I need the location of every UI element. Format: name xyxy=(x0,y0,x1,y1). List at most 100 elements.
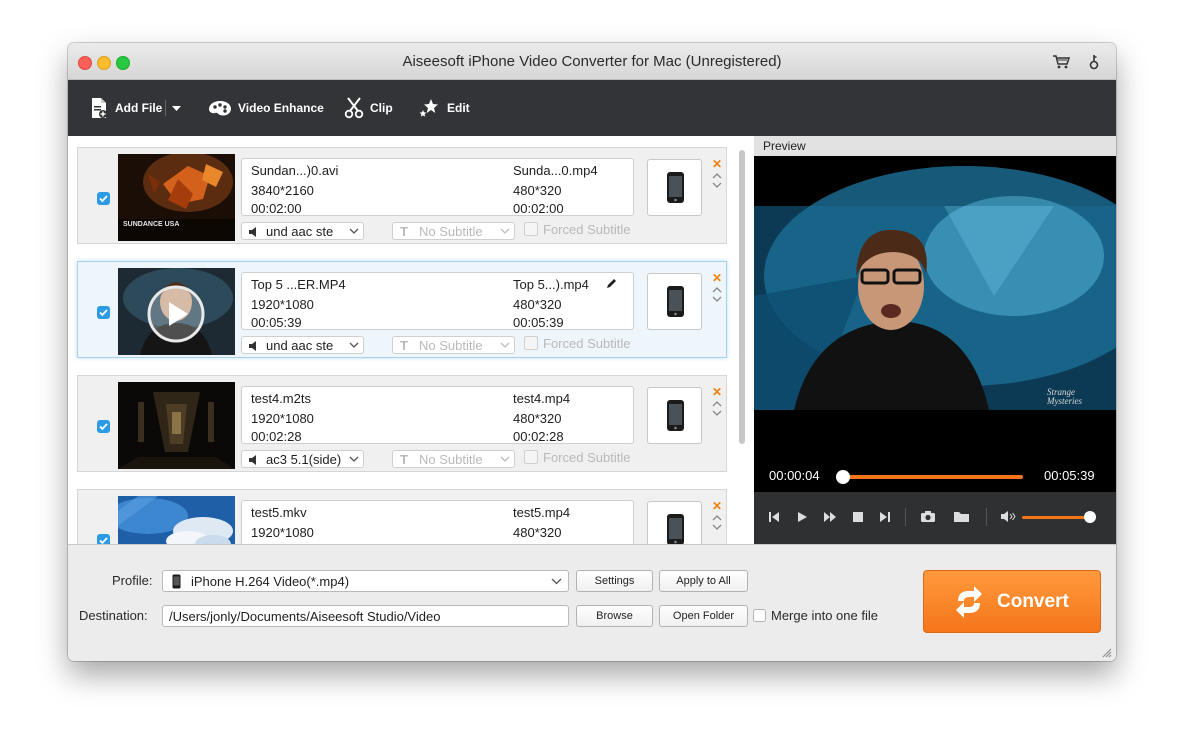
cart-icon[interactable] xyxy=(1052,54,1070,70)
video-thumbnail[interactable] xyxy=(118,496,235,544)
forced-subtitle-checkbox[interactable]: Forced Subtitle xyxy=(524,336,630,351)
forced-subtitle-label: Forced Subtitle xyxy=(543,222,631,237)
audio-track-value: und aac ste xyxy=(266,224,334,239)
audio-track-select[interactable]: ac3 5.1(side) xyxy=(241,450,364,468)
list-item[interactable]: test5.mkv 1920*1080 test5.mp4 480*320 ✕ xyxy=(77,489,727,544)
previous-icon[interactable] xyxy=(768,511,780,523)
video-enhance-button[interactable]: Video Enhance xyxy=(208,80,324,136)
item-checkbox[interactable] xyxy=(97,420,110,433)
video-thumbnail[interactable] xyxy=(118,268,235,355)
device-profile-button[interactable] xyxy=(647,159,702,216)
add-file-icon xyxy=(92,98,107,118)
file-list[interactable]: SUNDANCE USA Sundan...)0.avi 3840*2160 0… xyxy=(68,136,754,544)
preview-video[interactable]: Strange Mysteries 00:00:04 00:05:39 xyxy=(754,156,1116,492)
chevron-down-icon xyxy=(349,228,359,234)
move-down-icon[interactable] xyxy=(712,523,722,531)
main-toolbar: Add File Video Enhance Clip Edit xyxy=(68,80,1116,136)
camera-icon[interactable] xyxy=(920,510,936,523)
source-resolution: 1920*1080 xyxy=(251,297,314,312)
list-scrollbar[interactable] xyxy=(739,150,745,444)
folder-icon[interactable] xyxy=(953,510,970,523)
fast-forward-icon[interactable] xyxy=(823,511,837,523)
convert-button[interactable]: Convert xyxy=(923,570,1101,633)
source-resolution: 1920*1080 xyxy=(251,411,314,426)
add-file-button[interactable]: Add File xyxy=(89,80,162,136)
audio-track-select[interactable]: und aac ste xyxy=(241,222,364,240)
subtitle-icon: T xyxy=(400,224,408,239)
device-profile-button[interactable] xyxy=(647,387,702,444)
volume-handle[interactable] xyxy=(1084,511,1096,523)
edit-label: Edit xyxy=(447,101,470,115)
preview-label: Preview xyxy=(763,139,806,153)
file-info-box: test4.m2ts 1920*1080 00:02:28 test4.mp4 … xyxy=(241,386,634,444)
subtitle-select[interactable]: T No Subtitle xyxy=(392,222,515,240)
move-down-icon[interactable] xyxy=(712,409,722,417)
device-profile-button[interactable] xyxy=(647,273,702,330)
destination-field[interactable]: /Users/jonly/Documents/Aiseesoft Studio/… xyxy=(162,605,569,627)
remove-item-icon[interactable]: ✕ xyxy=(712,158,722,170)
move-up-icon[interactable] xyxy=(712,514,722,522)
item-checkbox[interactable] xyxy=(97,192,110,205)
remove-item-icon[interactable]: ✕ xyxy=(712,386,722,398)
resize-grip-icon[interactable] xyxy=(1102,648,1112,658)
item-checkbox[interactable] xyxy=(97,306,110,319)
forced-subtitle-checkbox[interactable]: Forced Subtitle xyxy=(524,222,630,237)
list-item[interactable]: test4.m2ts 1920*1080 00:02:28 test4.mp4 … xyxy=(77,375,727,472)
move-down-icon[interactable] xyxy=(712,295,722,303)
register-key-icon[interactable] xyxy=(1085,54,1103,70)
remove-item-icon[interactable]: ✕ xyxy=(712,500,722,512)
controls-divider xyxy=(905,508,906,526)
volume-slider[interactable] xyxy=(1022,516,1090,519)
clip-button[interactable]: Clip xyxy=(344,80,393,136)
remove-item-icon[interactable]: ✕ xyxy=(712,272,722,284)
app-window: Aiseesoft iPhone Video Converter for Mac… xyxy=(68,43,1116,661)
checkmark-icon xyxy=(99,309,108,317)
stars-icon xyxy=(419,99,438,117)
chevron-down-icon xyxy=(500,228,510,234)
destination-label: Destination: xyxy=(79,608,148,623)
move-up-icon[interactable] xyxy=(712,286,722,294)
edit-button[interactable]: Edit xyxy=(419,80,470,136)
speaker-icon xyxy=(249,455,256,465)
move-up-icon[interactable] xyxy=(712,172,722,180)
profile-select[interactable]: iPhone H.264 Video(*.mp4) xyxy=(162,570,569,592)
subtitle-value: No Subtitle xyxy=(419,338,483,353)
apply-to-all-button[interactable]: Apply to All xyxy=(659,570,748,592)
volume-icon[interactable] xyxy=(1000,510,1016,523)
forced-subtitle-checkbox[interactable]: Forced Subtitle xyxy=(524,450,630,465)
palette-icon xyxy=(209,101,231,116)
audio-track-select[interactable]: und aac ste xyxy=(241,336,364,354)
move-down-icon[interactable] xyxy=(712,181,722,189)
open-folder-button[interactable]: Open Folder xyxy=(659,605,748,627)
list-item[interactable]: Top 5 ...ER.MP4 1920*1080 00:05:39 Top 5… xyxy=(77,261,727,358)
play-icon[interactable] xyxy=(796,511,808,523)
video-thumbnail[interactable] xyxy=(118,382,235,469)
browse-button[interactable]: Browse xyxy=(576,605,653,627)
subtitle-select[interactable]: T No Subtitle xyxy=(392,336,515,354)
next-icon[interactable] xyxy=(879,511,891,523)
list-item[interactable]: SUNDANCE USA Sundan...)0.avi 3840*2160 0… xyxy=(77,147,727,244)
move-up-icon[interactable] xyxy=(712,400,722,408)
seek-handle[interactable] xyxy=(836,470,850,484)
video-enhance-label: Video Enhance xyxy=(238,101,324,115)
chevron-down-icon xyxy=(551,578,562,585)
merge-checkbox[interactable] xyxy=(753,609,766,622)
iphone-icon xyxy=(172,574,181,589)
scissors-icon xyxy=(344,97,364,119)
stop-icon[interactable] xyxy=(852,511,864,523)
video-thumbnail[interactable]: SUNDANCE USA xyxy=(118,154,235,241)
window-title: Aiseesoft iPhone Video Converter for Mac… xyxy=(402,53,782,70)
device-profile-button[interactable] xyxy=(647,501,702,544)
add-file-dropdown-icon[interactable] xyxy=(172,106,181,111)
add-file-label: Add File xyxy=(115,101,163,115)
file-info-box: test5.mkv 1920*1080 test5.mp4 480*320 xyxy=(241,500,634,544)
profile-value: iPhone H.264 Video(*.mp4) xyxy=(191,574,350,589)
settings-button[interactable]: Settings xyxy=(576,570,653,592)
pencil-icon[interactable] xyxy=(605,278,617,290)
item-checkbox[interactable] xyxy=(97,534,110,544)
subtitle-value: No Subtitle xyxy=(419,224,483,239)
output-duration: 00:05:39 xyxy=(513,315,564,330)
seek-bar[interactable] xyxy=(842,475,1023,479)
source-duration: 00:02:00 xyxy=(251,201,302,216)
subtitle-select[interactable]: T No Subtitle xyxy=(392,450,515,468)
